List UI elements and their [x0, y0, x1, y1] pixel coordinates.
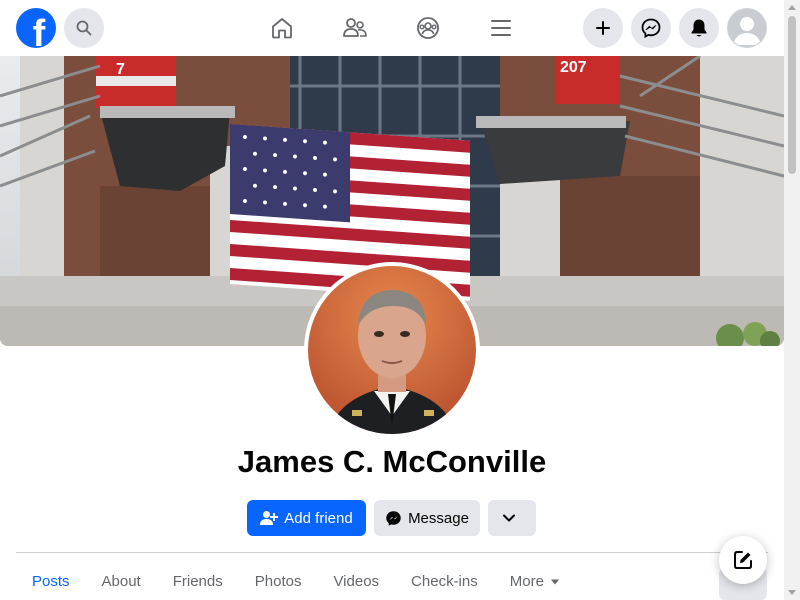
profile-name: James C. McConville	[237, 444, 547, 479]
new-message-button[interactable]	[719, 536, 767, 584]
add-friend-button[interactable]: Add friend	[247, 500, 366, 536]
account-avatar[interactable]	[727, 8, 767, 48]
home-icon	[272, 18, 292, 39]
page-scrollbar[interactable]	[784, 0, 800, 600]
friends-nav[interactable]	[339, 12, 371, 44]
section-divider	[16, 552, 768, 553]
menu-nav[interactable]	[485, 12, 517, 44]
svg-text:7: 7	[116, 61, 125, 78]
menu-icon	[491, 20, 511, 36]
create-icon	[596, 21, 610, 35]
svg-text:207: 207	[560, 59, 587, 76]
profile-photo-image	[308, 266, 476, 434]
search-button[interactable]	[64, 8, 104, 48]
tab-photos[interactable]: Photos	[239, 562, 318, 600]
tab-check-ins[interactable]: Check-ins	[395, 562, 494, 600]
messenger-icon	[386, 510, 401, 526]
tab-friends[interactable]: Friends	[157, 562, 239, 600]
groups-icon	[417, 17, 439, 39]
messenger-button[interactable]	[631, 8, 671, 48]
add-friend-label: Add friend	[284, 509, 353, 527]
notifications-button[interactable]	[679, 8, 719, 48]
create-button[interactable]	[583, 8, 623, 48]
profile-tabs: Posts About Friends Photos Videos Check-…	[16, 562, 576, 600]
more-actions-button[interactable]	[488, 500, 536, 536]
facebook-logo[interactable]: f	[16, 8, 56, 48]
friends-icon	[343, 18, 367, 37]
tab-more[interactable]: More	[494, 562, 576, 600]
scroll-up-arrow[interactable]	[788, 5, 796, 10]
account-icon	[728, 9, 766, 47]
tab-videos[interactable]: Videos	[317, 562, 395, 600]
search-icon	[76, 20, 92, 36]
message-button[interactable]: Message	[374, 500, 480, 536]
groups-nav[interactable]	[412, 12, 444, 44]
profile-page: f 7 207 James C. McConville Add friend M…	[0, 0, 800, 600]
messenger-icon	[641, 18, 661, 38]
scroll-thumb[interactable]	[788, 16, 796, 174]
top-navigation-bar: f	[0, 0, 784, 56]
profile-picture[interactable]	[304, 262, 480, 438]
caret-down-icon	[550, 579, 559, 585]
compose-icon	[734, 551, 752, 569]
message-label: Message	[408, 509, 469, 527]
chevron-down-icon	[503, 514, 515, 522]
add-friend-icon	[260, 511, 279, 525]
tab-posts[interactable]: Posts	[16, 562, 86, 600]
profile-actions: Add friend Message	[0, 500, 784, 536]
tab-about[interactable]: About	[86, 562, 157, 600]
tab-more-label: More	[509, 573, 544, 590]
home-nav[interactable]	[266, 12, 298, 44]
notifications-icon	[691, 19, 707, 37]
scroll-down-arrow[interactable]	[788, 590, 796, 595]
